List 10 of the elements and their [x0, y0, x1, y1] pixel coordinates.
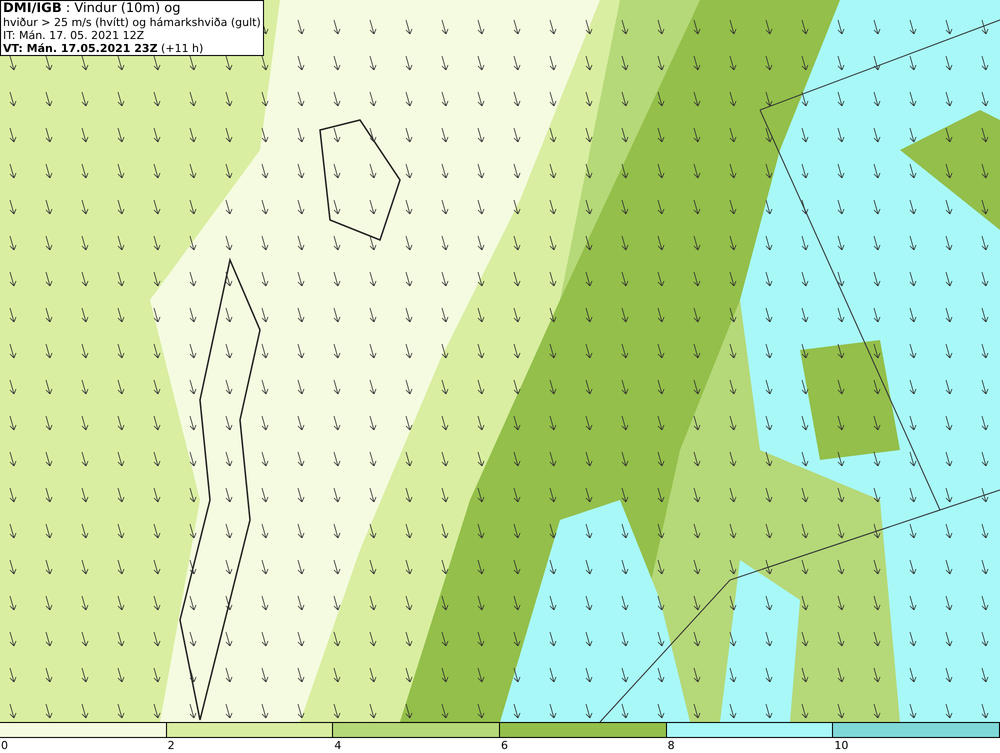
legend-label: 2	[166, 738, 176, 753]
header-text: IT: Mán. 17. 05. 2021 12Z	[3, 29, 146, 42]
header-text: DMI/IGB : Vindur (10m) og	[3, 1, 182, 16]
header-text: hviður > 25 m/s (hvítt) og hámarkshviða (gult)	[3, 16, 261, 29]
legend-label: 6	[500, 738, 509, 753]
legend-label: 0	[0, 738, 9, 753]
header-text: VT: Mán. 17.05.2021 23Z (+11 h)	[3, 42, 204, 55]
legend-label: 10	[833, 738, 850, 753]
legend-label: 8	[666, 738, 676, 753]
legend-label: 4	[333, 738, 342, 753]
